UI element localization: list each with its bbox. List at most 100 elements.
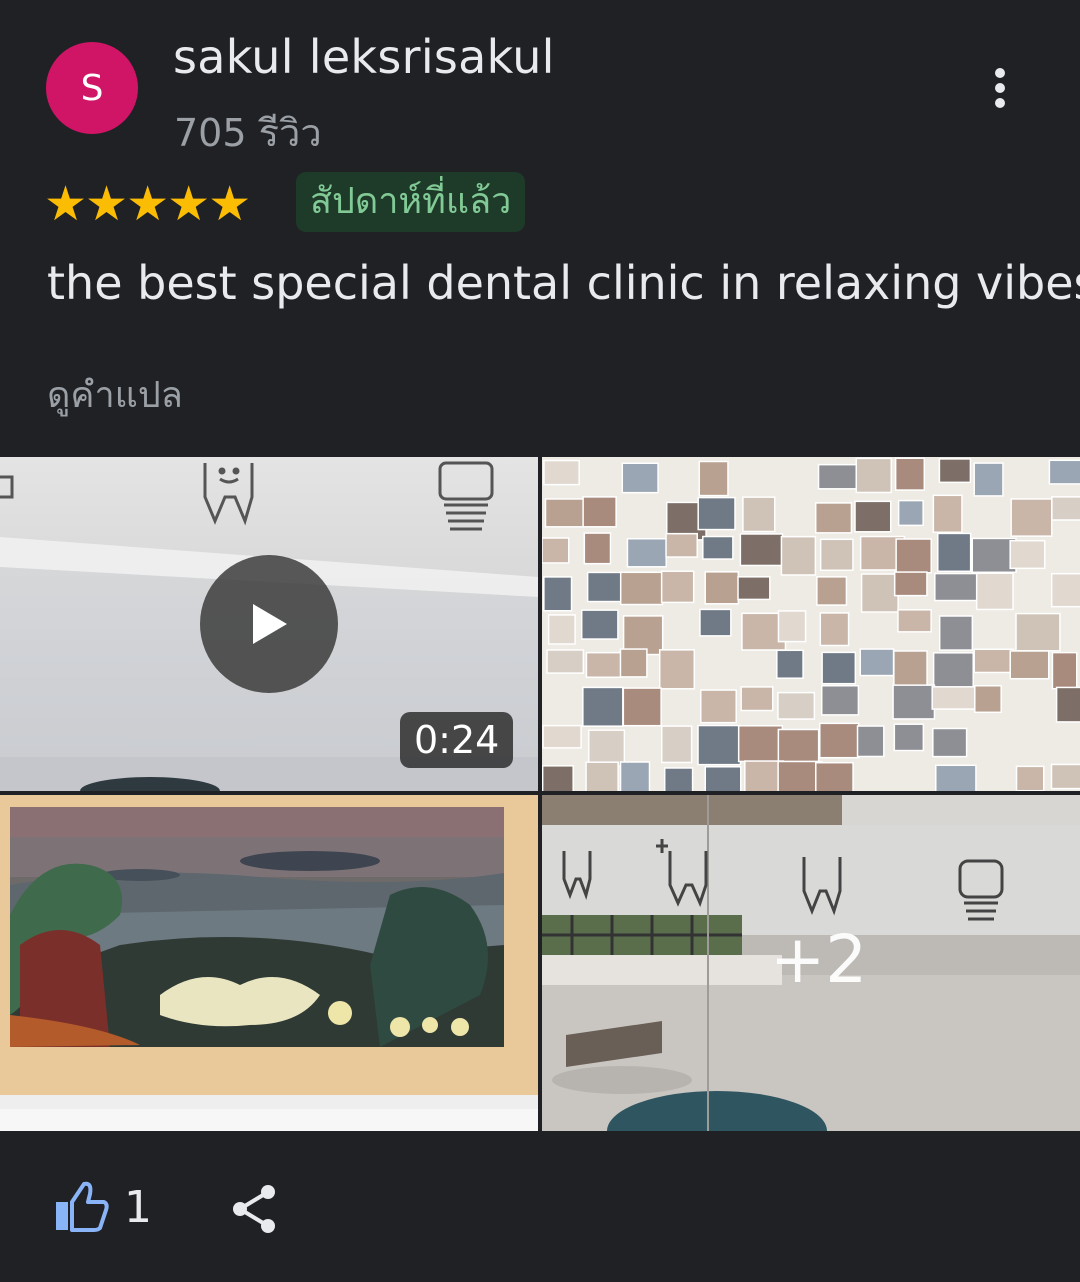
photo-wall-image <box>542 457 1080 791</box>
wall-photo-frame <box>583 532 612 565</box>
avatar[interactable]: S <box>46 42 138 134</box>
wall-photo-frame <box>1055 686 1080 723</box>
review-actions: 1 <box>0 1160 1080 1260</box>
wall-photo-frame <box>544 498 590 528</box>
wall-photo-frame <box>663 767 694 791</box>
wall-photo-frame <box>698 460 729 497</box>
wall-photo-frame <box>619 648 648 678</box>
wall-photo-frame <box>542 765 574 791</box>
wall-photo-frame <box>974 684 1002 714</box>
wall-photo-frame <box>619 571 664 606</box>
review-text: the best special dental clinic in relaxi… <box>47 256 1080 310</box>
wall-photo-frame <box>820 685 860 716</box>
like-button[interactable] <box>52 1180 110 1234</box>
share-button[interactable] <box>230 1184 278 1234</box>
wall-photo-frame <box>582 686 624 727</box>
wall-photo-frame <box>739 533 784 567</box>
wall-photo-frame <box>1015 765 1045 791</box>
wall-photo-frame <box>585 651 624 678</box>
wall-photo-frame <box>892 684 936 720</box>
wall-photo-frame <box>699 608 732 637</box>
wall-photo-frame <box>937 532 972 573</box>
wall-photo-frame <box>1050 763 1080 790</box>
more-options-button[interactable] <box>980 60 1020 116</box>
star-icon: ★ <box>208 176 252 232</box>
wall-photo-frame <box>546 649 585 674</box>
wall-photo-frame <box>973 648 1015 674</box>
wall-photo-frame <box>1051 651 1078 690</box>
review-date-badge: สัปดาห์ที่แล้ว <box>296 172 526 232</box>
play-icon <box>253 604 287 644</box>
wall-photo-frame <box>895 538 932 574</box>
avatar-initial: S <box>80 67 104 109</box>
wall-photo-frame <box>975 572 1014 611</box>
video-thumbnail[interactable]: 0:24 <box>0 457 538 791</box>
wall-photo-frame <box>814 502 853 534</box>
wall-photo-frame <box>894 457 926 491</box>
clinic-glass-window[interactable]: +2 <box>542 795 1080 1131</box>
wall-photo-frame <box>621 462 659 494</box>
star-icon: ★ <box>126 176 170 232</box>
wall-photo-frame <box>932 494 963 533</box>
wall-photo-frame <box>856 725 885 758</box>
wall-photo-frame <box>816 576 848 606</box>
review-header: S sakul leksrisakul 705 รีวิว <box>0 0 1080 160</box>
wall-photo-frame <box>897 499 924 527</box>
more-vert-icon-dot <box>995 98 1005 108</box>
wall-photo-frame <box>935 764 977 791</box>
wall-photo-frame <box>547 614 576 645</box>
wall-photo-frame <box>742 496 776 533</box>
wall-photo-frame <box>860 573 899 613</box>
wall-photo-frame <box>626 537 667 568</box>
wall-photo-frame <box>859 648 895 677</box>
wall-photo-frame <box>817 463 863 490</box>
wall-photo-frame <box>854 500 892 533</box>
wall-photo-frame <box>1051 496 1080 521</box>
play-button[interactable] <box>200 555 338 693</box>
author-name[interactable]: sakul leksrisakul <box>173 30 555 84</box>
review-count[interactable]: 705 รีวิว <box>174 102 322 163</box>
wall-photo-frame <box>1015 612 1061 652</box>
landscape-painting[interactable] <box>0 795 538 1131</box>
wall-photo-frame <box>665 532 698 558</box>
wall-photo-frame <box>580 609 619 640</box>
wall-photo-frame <box>1050 572 1080 608</box>
wall-photo-frame <box>697 724 742 766</box>
wall-photo-frame <box>897 609 932 633</box>
wall-photo-frame <box>932 727 968 758</box>
star-icon: ★ <box>85 176 129 232</box>
wall-photo-frame <box>819 722 860 759</box>
wall-photo-frame <box>740 686 774 712</box>
wall-photo-frame <box>973 462 1004 497</box>
wall-photo-frame <box>1048 459 1080 485</box>
wall-photo-frame <box>815 761 854 791</box>
wall-photo-frame <box>737 576 771 601</box>
wall-photo-frame <box>938 458 972 484</box>
wall-photo-frame <box>819 538 854 572</box>
wall-photo-frame <box>543 459 580 486</box>
wall-photo-frame <box>893 723 925 752</box>
star-icon: ★ <box>44 176 88 232</box>
more-vert-icon-dot <box>995 83 1005 93</box>
wall-photo-frame <box>893 650 928 690</box>
landscape-painting-image <box>0 795 538 1131</box>
wall-photo-frame <box>622 687 662 727</box>
like-count: 1 <box>124 1182 152 1233</box>
star-icon: ★ <box>167 176 211 232</box>
photo-wall[interactable] <box>542 457 1080 791</box>
wall-photo-frame <box>893 571 928 597</box>
wall-photo-frame <box>934 572 979 602</box>
wall-photo-frame <box>704 571 740 605</box>
wall-photo-frame <box>585 761 619 791</box>
wall-photo-frame <box>582 496 617 528</box>
star-rating: ★ ★ ★ ★ ★ <box>44 176 252 232</box>
wall-photo-frame <box>543 576 573 612</box>
wall-photo-frame <box>777 691 816 720</box>
wall-photo-frame <box>1009 650 1050 680</box>
wall-photo-frame <box>855 457 893 494</box>
wall-photo-frame <box>737 725 784 763</box>
see-translation-link[interactable]: ดูคำแปล <box>47 366 183 423</box>
wall-photo-frame <box>776 649 804 679</box>
wall-photo-frame <box>931 686 977 710</box>
wall-photo-frame <box>586 571 625 603</box>
